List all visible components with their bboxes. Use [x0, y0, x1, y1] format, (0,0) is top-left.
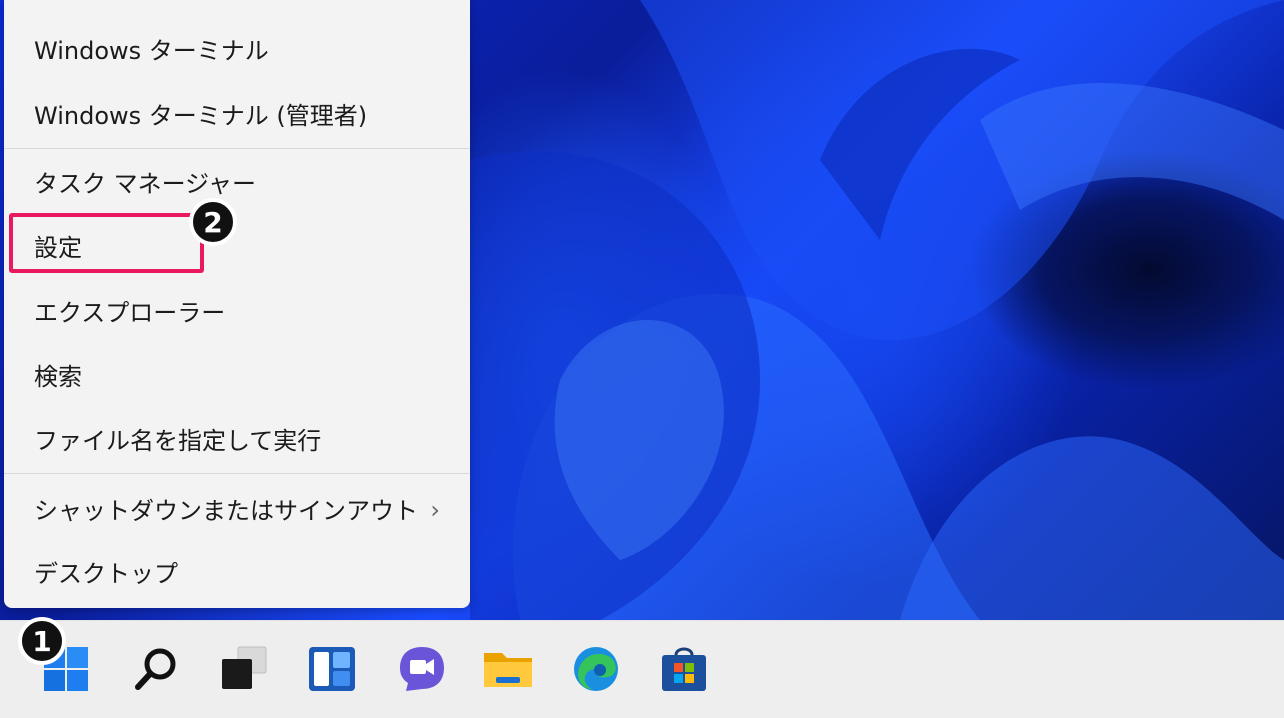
microsoft-store-icon[interactable]: [658, 643, 710, 695]
menu-item-label: エクスプローラー: [34, 298, 226, 327]
task-view-icon[interactable]: [218, 643, 270, 695]
menu-item-label: ファイル名を指定して実行: [34, 426, 322, 455]
menu-item-shutdown-signout[interactable]: シャットダウンまたはサインアウト ›: [4, 480, 470, 536]
menu-item-label: デスクトップ: [34, 559, 178, 588]
file-explorer-icon[interactable]: [482, 643, 534, 695]
menu-item-label: シャットダウンまたはサインアウト: [34, 496, 418, 525]
menu-item-task-manager[interactable]: タスク マネージャー: [4, 153, 470, 209]
search-icon[interactable]: [130, 643, 182, 695]
menu-item-explorer[interactable]: エクスプローラー: [4, 282, 470, 338]
settings-highlight-box: [9, 213, 204, 273]
menu-item-run[interactable]: ファイル名を指定して実行: [4, 410, 470, 466]
menu-item-label: タスク マネージャー: [34, 169, 256, 198]
taskbar: [0, 620, 1284, 718]
teams-chat-icon[interactable]: [396, 643, 448, 695]
menu-item-search[interactable]: 検索: [4, 346, 470, 402]
menu-separator: [4, 148, 470, 149]
menu-item-label: 検索: [34, 362, 82, 391]
widgets-icon[interactable]: [306, 643, 358, 695]
menu-item-label: Windows ターミナル (管理者): [34, 101, 368, 130]
menu-item-windows-terminal[interactable]: Windows ターミナル: [4, 20, 470, 76]
step-2-badge: 2: [189, 198, 237, 246]
menu-item-desktop[interactable]: デスクトップ: [4, 543, 470, 599]
chevron-right-icon: ›: [430, 496, 440, 524]
menu-separator: [4, 473, 470, 474]
edge-browser-icon[interactable]: [570, 643, 622, 695]
menu-item-windows-terminal-admin[interactable]: Windows ターミナル (管理者): [4, 85, 470, 141]
step-1-badge: 1: [18, 617, 66, 665]
menu-item-label: Windows ターミナル: [34, 36, 269, 65]
start-context-menu: Windows ターミナル Windows ターミナル (管理者) タスク マネ…: [4, 0, 470, 608]
